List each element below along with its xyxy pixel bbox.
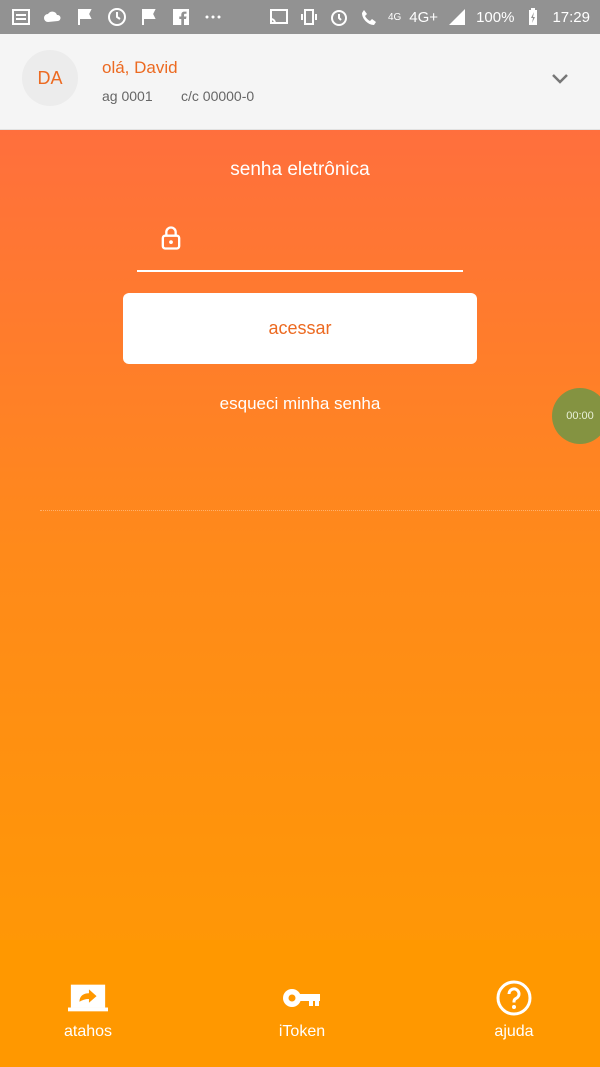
nav-item-help[interactable]: ajuda — [454, 980, 574, 1041]
network-plus: 4G+ — [409, 8, 439, 26]
nav-label-help: ajuda — [494, 1023, 534, 1040]
password-field[interactable] — [137, 210, 463, 272]
nav-item-itoken[interactable]: iToken — [242, 980, 362, 1041]
more-notifications-icon — [202, 6, 224, 28]
vibrate-icon — [298, 6, 320, 28]
clock-icon — [106, 6, 128, 28]
cloud-icon — [42, 6, 64, 28]
account-number: c/c 00000-0 — [181, 88, 255, 104]
nav-label-shortcuts: atahos — [63, 1023, 113, 1040]
battery-charging-icon — [522, 6, 544, 28]
divider — [40, 510, 600, 511]
flag-icon — [74, 6, 96, 28]
news-icon — [10, 6, 32, 28]
call-icon — [358, 6, 380, 28]
forgot-password-link[interactable]: esqueci minha senha — [0, 394, 600, 414]
password-input[interactable] — [195, 220, 457, 256]
status-bar: 4G 4G+ 100% 17:29 — [0, 0, 600, 34]
clock-time: 17:29 — [552, 8, 590, 26]
signal-icon — [446, 6, 468, 28]
avatar: DA — [22, 50, 78, 106]
help-icon — [494, 980, 534, 1016]
agency-number: ag 0001 — [102, 88, 153, 104]
bottom-nav: atahos iToken ajuda — [0, 940, 600, 1067]
lock-icon — [161, 226, 181, 250]
login-panel: senha eletrônica acessar esqueci minha s… — [0, 130, 600, 1067]
recording-timer-bubble[interactable]: 00:00 — [552, 388, 600, 444]
key-icon — [282, 980, 322, 1016]
greeting-text: olá, David — [102, 58, 178, 77]
network-type: 4G — [387, 11, 402, 23]
notification-icons — [10, 6, 224, 28]
chevron-down-icon[interactable] — [548, 66, 572, 90]
alarm-icon — [328, 6, 350, 28]
login-title: senha eletrônica — [230, 159, 370, 180]
nav-label-itoken: iToken — [278, 1023, 326, 1040]
system-icons: 4G 4G+ 100% 17:29 — [268, 6, 590, 28]
facebook-icon — [170, 6, 192, 28]
cast-icon — [268, 6, 290, 28]
access-button[interactable]: acessar — [123, 293, 477, 364]
battery-percent: 100% — [476, 8, 515, 26]
shortcut-icon — [68, 980, 108, 1016]
flag-icon — [138, 6, 160, 28]
nav-item-shortcuts[interactable]: atahos — [28, 980, 148, 1041]
account-header[interactable]: DA olá, David ag 0001 c/c 00000-0 — [0, 34, 600, 130]
